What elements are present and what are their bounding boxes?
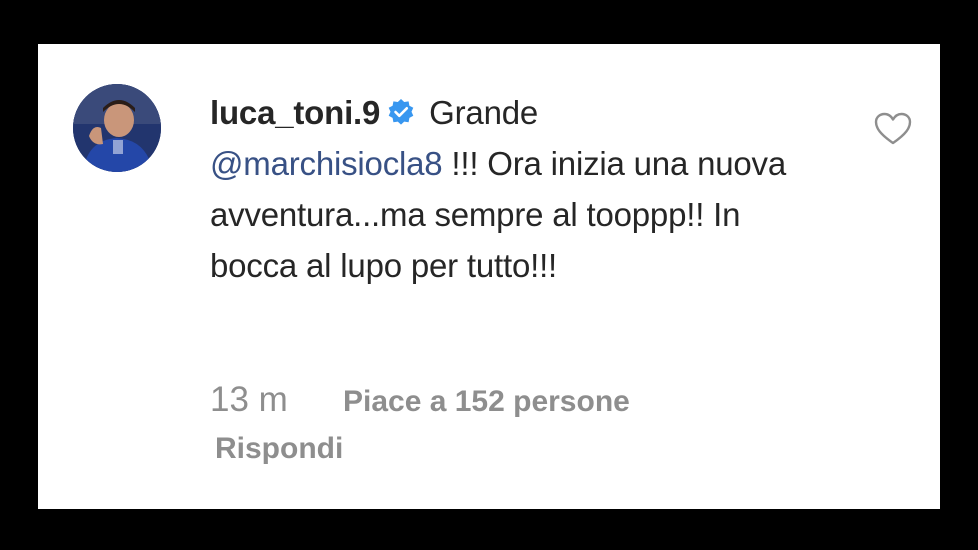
comment-likes-count[interactable]: Piace a 152 persone — [343, 385, 630, 418]
comment-body: luca_toni.9 Grande @marchisiocla8 !!! Or… — [210, 87, 830, 291]
heart-outline-icon[interactable] — [874, 112, 912, 146]
avatar-photo — [73, 84, 161, 172]
comment-card: luca_toni.9 Grande @marchisiocla8 !!! Or… — [38, 44, 940, 509]
reply-button[interactable]: Rispondi — [215, 432, 343, 466]
comment-timestamp[interactable]: 13 m — [210, 380, 288, 419]
avatar[interactable] — [73, 84, 161, 172]
comment-text-start: Grande — [429, 94, 539, 131]
screenshot-frame: luca_toni.9 Grande @marchisiocla8 !!! Or… — [0, 0, 978, 550]
comment-username[interactable]: luca_toni.9 — [210, 94, 380, 131]
comment-meta: 13 m Piace a 152 persone — [210, 380, 630, 420]
comment-mention-link[interactable]: @marchisiocla8 — [210, 145, 443, 182]
verified-badge-icon — [386, 91, 416, 125]
